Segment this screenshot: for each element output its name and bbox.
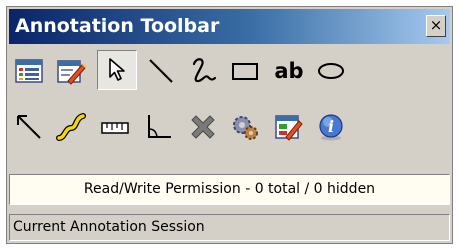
settings-button[interactable] — [227, 109, 263, 145]
freehand-icon — [192, 58, 217, 83]
ellipse-tool-button[interactable] — [313, 53, 349, 89]
delete-button[interactable] — [185, 109, 221, 145]
pointer-icon — [109, 58, 125, 81]
annotation-list-icon — [15, 59, 43, 83]
rectangle-tool-button[interactable] — [227, 53, 263, 89]
text-tool-label: ab — [274, 59, 304, 83]
annotation-toolbar-window: Annotation Toolbar × ab i Read/Write Per… — [6, 6, 453, 244]
edit-properties-icon — [57, 60, 86, 85]
freehand-tool-button[interactable] — [185, 53, 221, 89]
close-button[interactable]: × — [426, 15, 446, 37]
arrow-icon — [17, 115, 41, 139]
svg-text:i: i — [328, 117, 334, 136]
line-icon — [149, 59, 173, 83]
edit-annotation-button[interactable] — [271, 109, 307, 145]
edit-annotation-icon — [275, 115, 303, 141]
settings-icon — [233, 116, 258, 140]
angle-icon — [148, 115, 171, 138]
annotation-list-button[interactable] — [11, 53, 47, 89]
text-tool-button[interactable]: ab — [271, 53, 307, 89]
permission-status: Read/Write Permission - 0 total / 0 hidd… — [9, 174, 450, 205]
close-icon: × — [429, 16, 443, 34]
ellipse-icon — [318, 63, 344, 79]
measure-ruler-icon — [101, 122, 129, 134]
annotation-session-bar: Current Annotation Session — [9, 214, 450, 241]
pointer-tool-button[interactable] — [97, 50, 137, 90]
delete-icon — [191, 115, 215, 139]
info-button[interactable]: i — [313, 109, 349, 145]
edit-properties-button[interactable] — [53, 53, 89, 89]
highlight-curve-icon — [56, 113, 86, 141]
arrow-tool-button[interactable] — [11, 109, 47, 145]
angle-tool-button[interactable] — [141, 109, 177, 145]
highlight-curve-button[interactable] — [53, 109, 89, 145]
title-bar[interactable]: Annotation Toolbar × — [9, 9, 450, 44]
line-tool-button[interactable] — [143, 53, 179, 89]
rectangle-icon — [232, 63, 258, 80]
tool-grid: ab i — [9, 50, 450, 168]
measure-tool-button[interactable] — [97, 109, 133, 145]
info-icon: i — [319, 114, 343, 141]
window-title: Annotation Toolbar — [15, 15, 220, 37]
